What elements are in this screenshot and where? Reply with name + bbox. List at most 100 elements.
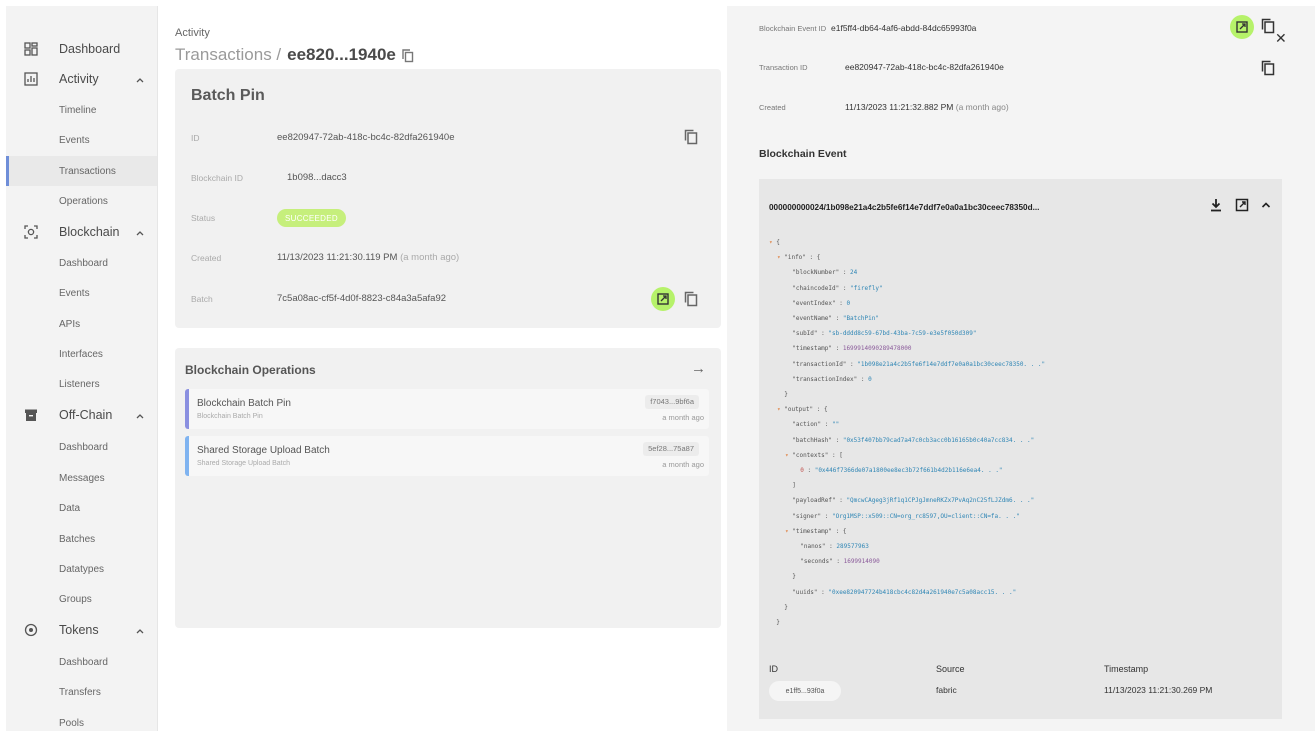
created-label: Created — [759, 103, 786, 112]
json-key: "eventName" — [792, 315, 832, 322]
sidebar-item-tokens[interactable]: Tokens — [6, 615, 157, 645]
sidebar-item-label: Listeners — [59, 378, 100, 390]
sidebar-item-blockchain[interactable]: Blockchain — [6, 217, 157, 247]
json-line: ▾ "contexts" : [ — [785, 452, 843, 462]
blockchain-id-row: Blockchain ID 1b098...dacc3 — [175, 169, 721, 189]
sidebar-item-label: Groups — [59, 593, 92, 605]
copy-icon[interactable] — [402, 48, 414, 63]
sidebar-item-transfers[interactable]: Transfers — [6, 677, 157, 707]
json-punctuation: : { — [805, 254, 821, 262]
sidebar-item-batches[interactable]: Batches — [6, 524, 157, 554]
copy-icon[interactable] — [684, 291, 698, 307]
json-line: ▾ "subId" : "sb-dddd8c59-67bd-43ba-7c59-… — [785, 330, 976, 340]
table-header-id: ID — [769, 664, 778, 674]
sidebar-item-label: Events — [59, 287, 90, 299]
sidebar-item-label: Dashboard — [59, 441, 108, 453]
json-string-value: "sb-dddd8c59-67bd-43ba-7c59-e3e5f050d309… — [828, 330, 977, 338]
copy-icon[interactable] — [1261, 60, 1275, 76]
json-key: "blockNumber" — [792, 269, 840, 277]
json-string-value: "Org1MSP::x509::CN=org_rc8597,OU=client:… — [831, 512, 1020, 520]
json-separator: : — [839, 284, 851, 292]
json-string-value: "BatchPin" — [842, 315, 879, 322]
json-separator: : — [835, 497, 847, 505]
close-icon[interactable]: ✕ — [1275, 30, 1287, 47]
status-label: Status — [191, 213, 216, 223]
download-icon[interactable] — [1209, 198, 1223, 212]
open-external-icon — [1236, 21, 1248, 33]
sidebar-item-label: Messages — [59, 472, 105, 484]
blockchain-id-value: 1b098...dacc3 — [287, 172, 347, 183]
transaction-id-value: ee820947-72ab-418c-bc4c-82dfa261940e — [845, 62, 1004, 72]
sidebar-item-timeline[interactable]: Timeline — [6, 95, 157, 125]
json-number-value: 1699914090289478000 — [842, 345, 912, 353]
json-key: "info" — [784, 254, 806, 262]
json-line: ▾ "blockNumber" : 24 — [785, 269, 857, 279]
json-line: ▾ "eventIndex" : 0 — [785, 300, 850, 310]
json-punctuation: } — [792, 573, 796, 581]
page-title: Transactions / ee820...1940e — [175, 45, 414, 65]
open-external-icon[interactable] — [1235, 198, 1249, 212]
event-id-badge[interactable]: e1ff5...93f0a — [769, 681, 841, 701]
sidebar-item-listeners[interactable]: Listeners — [6, 369, 157, 399]
sidebar-item-label: Transfers — [59, 686, 101, 698]
json-line: ▾ "batchHash" : "0x53f407bb79cad7a47c0cb… — [785, 437, 1034, 447]
operations-title: Blockchain Operations — [185, 363, 316, 377]
json-punctuation: } — [776, 619, 780, 626]
chevron-up-icon[interactable] — [134, 73, 146, 85]
chevron-up-icon[interactable] — [1259, 198, 1273, 212]
operation-subtitle: Shared Storage Upload Batch — [197, 460, 291, 467]
sidebar-item-off-chain[interactable]: Off-Chain — [6, 400, 157, 430]
sidebar-item-label: Operations — [59, 195, 108, 207]
status-row: Status SUCCEEDED — [175, 209, 721, 229]
sidebar-item-dashboard[interactable]: Dashboard — [6, 248, 157, 278]
sidebar-item-label: Activity — [59, 72, 99, 86]
sidebar-item-dashboard[interactable]: Dashboard — [6, 432, 157, 462]
arrow-right-icon[interactable]: → — [691, 360, 706, 377]
copy-icon[interactable] — [1261, 18, 1275, 34]
sidebar-item-operations[interactable]: Operations — [6, 186, 157, 216]
sidebar-item-datatypes[interactable]: Datatypes — [6, 554, 157, 584]
open-event-button[interactable] — [1230, 15, 1254, 39]
json-separator: : — [803, 467, 815, 474]
sidebar-item-transactions[interactable]: Transactions — [6, 156, 157, 186]
operation-item[interactable]: Shared Storage Upload Batch Shared Stora… — [185, 436, 709, 476]
operation-item[interactable]: Blockchain Batch Pin Blockchain Batch Pi… — [185, 389, 709, 429]
sidebar-item-label: Datatypes — [59, 563, 105, 575]
breadcrumb-section[interactable]: Activity — [175, 27, 210, 39]
sidebar-item-events[interactable]: Events — [6, 278, 157, 308]
table-header-timestamp: Timestamp — [1104, 664, 1149, 674]
created-timestamp: 11/13/2023 11:21:30.119 PM — [277, 252, 398, 263]
event-timestamp: 11/13/2023 11:21:30.269 PM — [1104, 685, 1213, 695]
sidebar-item-apis[interactable]: APIs — [6, 309, 157, 339]
chevron-up-icon[interactable] — [134, 226, 146, 238]
open-batch-button[interactable] — [651, 287, 675, 311]
sidebar-item-activity[interactable]: Activity — [6, 64, 157, 94]
json-string-value: "" — [831, 421, 840, 429]
json-key: "batchHash" — [792, 436, 832, 444]
json-line: ▾ } — [785, 573, 796, 583]
json-punctuation: : { — [831, 527, 847, 535]
sidebar-item-label: Batches — [59, 533, 96, 545]
json-key: "uuids" — [792, 588, 818, 596]
json-line: ▾ } — [777, 391, 788, 401]
sidebar-item-pools[interactable]: Pools — [6, 708, 157, 731]
json-line: ▾ "transactionIndex" : 0 — [785, 376, 872, 386]
created-relative: (a month ago) — [955, 102, 1009, 112]
json-line: ▾ "nanos" : 289577963 — [793, 543, 869, 553]
sidebar-item-data[interactable]: Data — [6, 493, 157, 523]
table-header-source: Source — [936, 664, 965, 674]
json-punctuation: : [ — [828, 451, 843, 459]
copy-icon[interactable] — [684, 129, 698, 145]
sidebar-item-dashboard[interactable]: Dashboard — [6, 647, 157, 677]
sidebar-item-groups[interactable]: Groups — [6, 584, 157, 614]
sidebar-item-messages[interactable]: Messages — [6, 463, 157, 493]
chevron-up-icon[interactable] — [134, 624, 146, 636]
breadcrumb-transactions[interactable]: Transactions / — [175, 45, 281, 65]
sidebar-item-interfaces[interactable]: Interfaces — [6, 339, 157, 369]
sidebar-item-dashboard[interactable]: Dashboard — [6, 34, 157, 64]
json-key: "seconds" — [800, 558, 833, 566]
batch-value: 7c5a08ac-cf5f-4d0f-8823-c84a3a5afa92 — [277, 293, 447, 304]
json-line: ▾ "seconds" : 1699914090 — [793, 558, 879, 568]
chevron-up-icon[interactable] — [134, 409, 146, 421]
sidebar-item-events[interactable]: Events — [6, 125, 157, 155]
